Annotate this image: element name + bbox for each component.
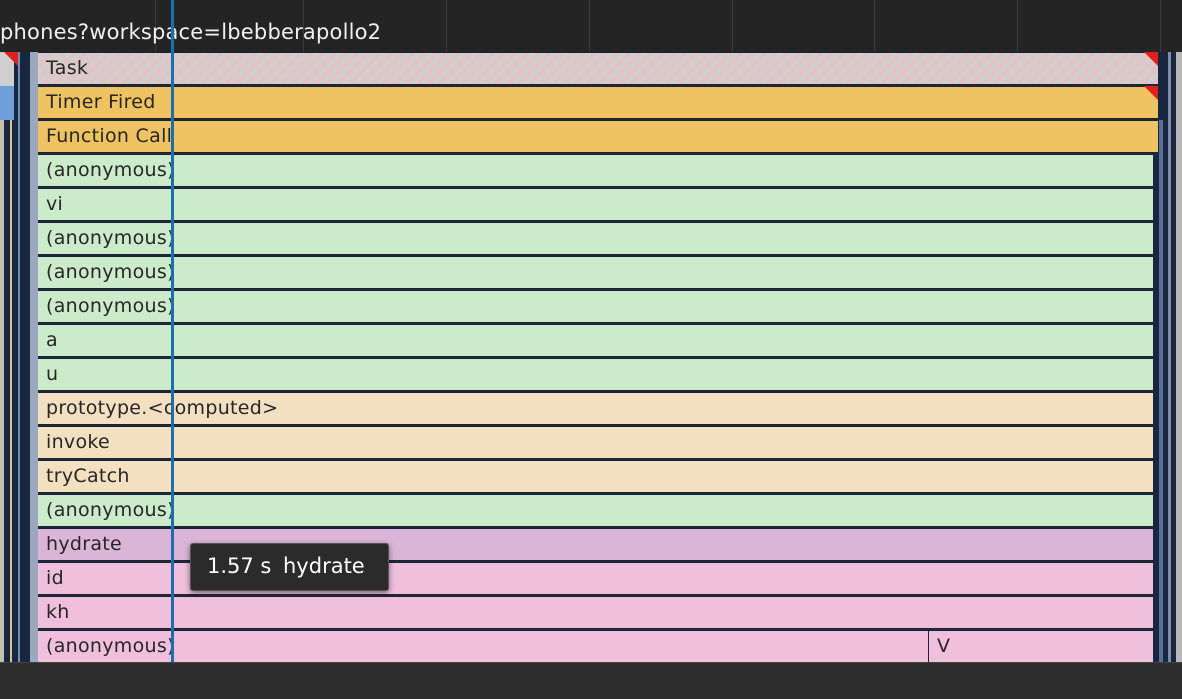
page-url-label: phones?workspace=lbebberapollo2 <box>0 20 382 44</box>
grid-line <box>732 0 733 52</box>
right-frame-column[interactable] <box>1176 52 1182 662</box>
left-frame-column[interactable] <box>10 120 12 662</box>
left-frame-column[interactable] <box>30 52 38 662</box>
frame-label: invoke <box>46 431 111 453</box>
frame-label: (anonymous) <box>46 261 175 283</box>
flame-frame[interactable]: prototype.<computed> <box>38 392 1153 425</box>
long-task-marker <box>4 52 18 66</box>
flame-frame[interactable]: (anonymous) <box>38 154 1153 187</box>
flame-frame-v[interactable]: V <box>928 630 1153 663</box>
timeline-cursor[interactable] <box>171 0 174 662</box>
frame-label: Timer Fired <box>46 91 156 113</box>
frame-label: u <box>46 363 59 385</box>
long-task-marker <box>1144 86 1158 100</box>
flame-frame[interactable]: invoke <box>38 426 1153 459</box>
frame-label: tryCatch <box>46 465 130 487</box>
long-task-marker <box>1144 52 1158 66</box>
right-frame-column[interactable] <box>1159 120 1163 662</box>
flame-frame[interactable]: (anonymous) <box>38 290 1153 323</box>
right-frame-column[interactable] <box>1168 52 1171 662</box>
frame-label: V <box>937 635 951 657</box>
flame-frame[interactable]: kh <box>38 596 1153 629</box>
left-timer-frame[interactable] <box>0 86 14 120</box>
grid-line <box>589 0 590 52</box>
frame-label: (anonymous) <box>46 499 175 521</box>
frame-label: vi <box>46 193 64 215</box>
flame-frame-task[interactable]: Task <box>38 52 1158 85</box>
flame-frame[interactable]: a <box>38 324 1153 357</box>
grid-line <box>1160 0 1161 52</box>
flame-frame[interactable]: tryCatch <box>38 460 1153 493</box>
timeline-header: phones?workspace=lbebberapollo2 <box>0 0 1182 52</box>
bottom-panel <box>0 662 1182 699</box>
flame-frame[interactable]: (anonymous) <box>38 256 1153 289</box>
left-frame-column[interactable] <box>0 120 4 662</box>
grid-line <box>874 0 875 52</box>
frame-label: Function Call <box>46 125 173 147</box>
flame-frame-function-call[interactable]: Function Call <box>38 120 1158 153</box>
frame-label: hydrate <box>46 533 123 555</box>
tooltip-duration: 1.57 s <box>207 554 272 578</box>
frame-label: a <box>46 329 58 351</box>
flame-frame[interactable]: vi <box>38 188 1153 221</box>
frame-label: prototype.<computed> <box>46 397 279 419</box>
tooltip-name: hydrate <box>283 554 365 578</box>
grid-line <box>1017 0 1018 52</box>
flame-frame[interactable]: u <box>38 358 1153 391</box>
frame-tooltip: 1.57 s hydrate <box>190 543 389 591</box>
grid-line <box>446 0 447 52</box>
left-frame-column[interactable] <box>18 52 20 662</box>
frame-label: (anonymous) <box>46 159 175 181</box>
flame-frame-timer-fired[interactable]: Timer Fired <box>38 86 1158 119</box>
frame-label: (anonymous) <box>46 295 175 317</box>
frame-label: id <box>46 567 64 589</box>
frame-label: (anonymous) <box>46 227 175 249</box>
frame-label: (anonymous) <box>46 635 175 657</box>
flame-frame[interactable]: (anonymous) <box>38 222 1153 255</box>
frame-label: kh <box>46 601 70 623</box>
flame-frame[interactable]: (anonymous) <box>38 494 1153 527</box>
frame-label: Task <box>46 57 89 79</box>
